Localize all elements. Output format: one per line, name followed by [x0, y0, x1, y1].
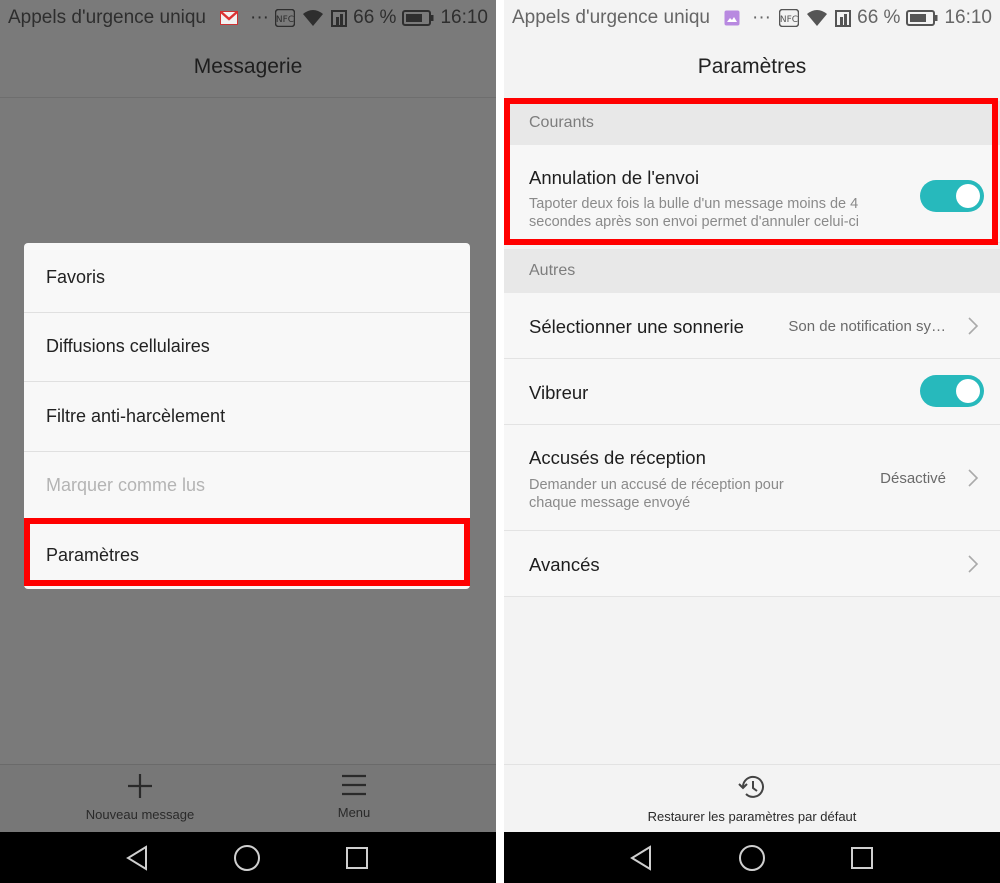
- restore-defaults-button[interactable]: Restaurer les paramètres par défaut: [632, 773, 872, 824]
- chevron-right-icon: [968, 469, 979, 487]
- page-title: Messagerie: [0, 36, 496, 98]
- clock: 16:10: [944, 7, 992, 28]
- back-icon[interactable]: [625, 842, 657, 874]
- notification-text: Appels d'urgence uniqu: [8, 7, 206, 28]
- setting-title: Vibreur: [529, 382, 589, 403]
- battery-icon: [402, 10, 434, 26]
- battery-icon: [906, 10, 938, 26]
- page-title: Paramètres: [697, 55, 807, 78]
- new-message-button[interactable]: Nouveau message: [60, 773, 220, 822]
- setting-title: Sélectionner une sonnerie: [529, 316, 744, 337]
- notification-text: Appels d'urgence uniqu: [512, 7, 710, 28]
- battery-percent: 66 %: [353, 7, 397, 28]
- nfc-icon: NFC: [275, 9, 296, 27]
- status-bar: Appels d'urgence uniqu ··· NFC 66 % 16:1…: [504, 0, 1000, 36]
- gallery-icon: [724, 10, 740, 26]
- setting-delivery-receipts[interactable]: Accusés de réception Demander un accusé …: [504, 425, 1000, 531]
- wifi-icon: [805, 9, 829, 27]
- setting-description-line2: chaque message envoyé: [529, 495, 691, 511]
- highlight-box: [24, 518, 470, 586]
- home-icon[interactable]: [736, 842, 768, 874]
- battery-percent: 66 %: [857, 7, 901, 28]
- svg-text:NFC: NFC: [276, 15, 294, 25]
- menu-label: Menu: [337, 805, 371, 820]
- wifi-icon: [301, 9, 325, 27]
- svg-text:NFC: NFC: [780, 15, 798, 25]
- more-notifications-icon: ···: [250, 7, 269, 28]
- nfc-icon: NFC: [779, 9, 800, 27]
- setting-vibrate[interactable]: Vibreur: [504, 359, 1000, 425]
- setting-ringtone[interactable]: Sélectionner une sonnerie Son de notific…: [504, 293, 1000, 359]
- history-icon: [738, 775, 764, 798]
- recents-icon[interactable]: [846, 842, 878, 874]
- clock: 16:10: [440, 7, 488, 28]
- highlight-box: [504, 98, 998, 245]
- system-nav-bar: [0, 832, 496, 883]
- signal-icon: [331, 9, 348, 27]
- section-header-autres: Autres: [504, 249, 1000, 293]
- bottom-toolbar: Restaurer les paramètres par défaut: [504, 764, 1000, 832]
- status-bar: Appels d'urgence uniqu ··· NFC 66 % 16:1…: [0, 0, 496, 36]
- messaging-screen: Appels d'urgence uniqu ··· NFC 66 % 16:1…: [0, 0, 496, 883]
- menu-item-diffusions-cellulaires[interactable]: Diffusions cellulaires: [24, 313, 470, 382]
- restore-defaults-label: Restaurer les paramètres par défaut: [647, 809, 857, 824]
- gmail-icon: [220, 11, 238, 25]
- menu-item-marquer-comme-lus: Marquer comme lus: [24, 452, 470, 521]
- plus-icon: [128, 774, 152, 798]
- hamburger-icon: [342, 774, 366, 796]
- settings-screen: Appels d'urgence uniqu ··· NFC 66 % 16:1…: [504, 0, 1000, 883]
- menu-item-filtre-anti-harcelement[interactable]: Filtre anti-harcèlement: [24, 382, 470, 452]
- vibrate-toggle[interactable]: [920, 375, 984, 407]
- setting-advanced[interactable]: Avancés: [504, 531, 1000, 597]
- signal-icon: [835, 9, 852, 27]
- setting-title: Accusés de réception: [529, 447, 706, 468]
- home-icon[interactable]: [231, 842, 263, 874]
- setting-value: Son de notification sy…: [788, 318, 946, 335]
- setting-title: Avancés: [529, 554, 600, 575]
- bottom-toolbar: Nouveau message Menu: [0, 764, 496, 832]
- screen-divider: [496, 0, 504, 883]
- chevron-right-icon: [968, 317, 979, 335]
- more-notifications-icon: ···: [752, 7, 771, 28]
- recents-icon[interactable]: [341, 842, 373, 874]
- setting-value: Désactivé: [880, 470, 946, 487]
- menu-item-favoris[interactable]: Favoris: [24, 243, 470, 313]
- new-message-label: Nouveau message: [85, 807, 195, 822]
- system-nav-bar: [504, 832, 1000, 883]
- chevron-right-icon: [968, 555, 979, 573]
- back-icon[interactable]: [121, 842, 153, 874]
- setting-description-line1: Demander un accusé de réception pour: [529, 477, 784, 493]
- menu-button[interactable]: Menu: [274, 773, 434, 820]
